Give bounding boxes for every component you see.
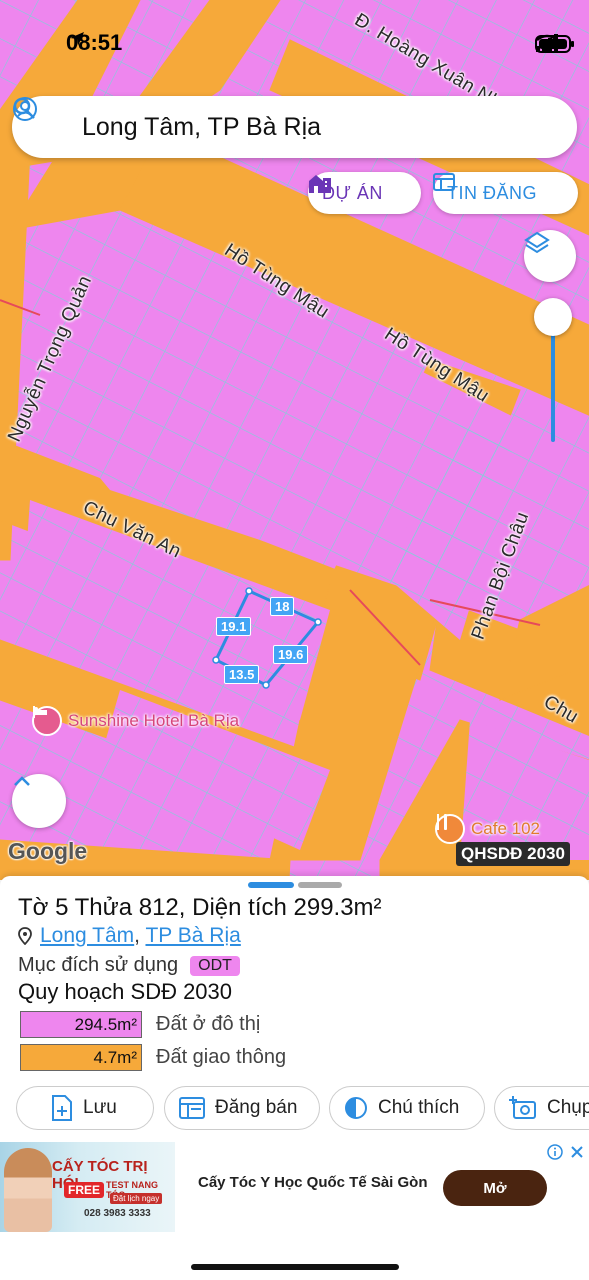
ad-cta: Đặt lịch ngay [110, 1193, 163, 1204]
tin-dang-label: TIN ĐĂNG [447, 182, 538, 203]
location-pin-icon [18, 927, 32, 945]
close-icon[interactable] [569, 1144, 585, 1160]
ad-model-image [4, 1148, 52, 1232]
add-file-icon [52, 1095, 72, 1121]
info-icon[interactable] [547, 1144, 563, 1160]
contrast-icon [345, 1097, 367, 1119]
layers-button[interactable] [524, 230, 576, 282]
poi-hotel[interactable]: Sunshine Hotel Bà Rịa [32, 706, 239, 736]
search-icon[interactable] [12, 96, 36, 120]
parcel-title: Tờ 5 Thửa 812, Diện tích 299.3m² [18, 894, 382, 921]
location-ward-link[interactable]: Long Tâm [40, 924, 134, 947]
info-panel: Tờ 5 Thửa 812, Diện tích 299.3m² Long Tâ… [0, 876, 589, 1280]
purpose-badge: ODT [190, 955, 240, 976]
poi-cafe-label: Cafe 102 [471, 819, 540, 838]
search-bar[interactable]: Long Tâm, TP Bà Rịa [12, 96, 577, 158]
capture-label: Chụp [547, 1097, 589, 1118]
area-label: Đất ở đô thị [156, 1013, 261, 1035]
building-icon [309, 175, 331, 193]
chevron-up-icon [14, 776, 30, 786]
location-city-link[interactable]: TP Bà Rịa [145, 924, 240, 947]
ad-text: Cấy Tóc Y Học Quốc Tế Sài Gòn [198, 1174, 428, 1191]
opacity-slider-track[interactable] [551, 320, 555, 442]
capture-button[interactable]: Chụp [494, 1086, 589, 1130]
app-root: Đ. Hoàng Xuân Nhị Hồ Tùng Mậu Hồ Tùng Mậ… [0, 0, 589, 1280]
post-sale-label: Đăng bán [215, 1097, 298, 1118]
purpose-row: Mục đích sử dụng ODT [18, 954, 240, 977]
save-label: Lưu [83, 1097, 117, 1118]
opacity-slider-thumb[interactable] [534, 298, 572, 336]
dim-right: 19.6 [273, 645, 309, 664]
battery-icon [535, 35, 574, 53]
dim-top: 18 [270, 597, 295, 616]
panel-handle-inactive[interactable] [298, 882, 342, 888]
status-time: 08:51 [66, 30, 123, 55]
dim-left: 19.1 [216, 617, 252, 636]
layers-icon [524, 231, 550, 254]
search-input[interactable]: Long Tâm, TP Bà Rịa [82, 113, 321, 142]
du-an-button[interactable]: DỰ ÁN [308, 172, 421, 214]
panel-handle-active[interactable] [248, 882, 294, 888]
ad-free-badge: FREE [64, 1182, 105, 1198]
save-button[interactable]: Lưu [16, 1086, 154, 1130]
legend-label: Chú thích [378, 1097, 460, 1118]
tin-dang-button[interactable]: TIN ĐĂNG [433, 172, 578, 214]
home-indicator[interactable] [191, 1264, 399, 1270]
location-separator: , [134, 924, 141, 947]
area-value: 4.7m² [20, 1044, 142, 1071]
area-row-residential: 294.5m² Đất ở đô thị [20, 1011, 260, 1038]
area-row-traffic: 4.7m² Đất giao thông [20, 1044, 286, 1071]
ad-image[interactable]: CẤY TÓC TRỊ HÓI FREE TEST NANG TÓC Đặt l… [0, 1142, 175, 1232]
poi-cafe[interactable]: Cafe 102 [435, 814, 540, 844]
ad-phone: 028 3983 3333 [84, 1208, 151, 1219]
map-view[interactable]: Đ. Hoàng Xuân Nhị Hồ Tùng Mậu Hồ Tùng Mậ… [0, 0, 589, 880]
listing-icon [179, 1097, 205, 1119]
restaurant-icon [435, 814, 465, 844]
expand-button[interactable] [12, 774, 66, 828]
legend-button[interactable]: Chú thích [329, 1086, 485, 1130]
purpose-label: Mục đích sử dụng [18, 954, 179, 976]
location-row: Long Tâm, TP Bà Rịa [18, 924, 241, 948]
area-value: 294.5m² [20, 1011, 142, 1038]
ad-open-button[interactable]: Mở [443, 1170, 547, 1206]
plan-title: Quy hoạch SDĐ 2030 [18, 979, 233, 1004]
ad-banner[interactable]: CẤY TÓC TRỊ HÓI FREE TEST NANG TÓC Đặt l… [0, 1142, 589, 1234]
listing-icon [433, 173, 455, 191]
post-sale-button[interactable]: Đăng bán [164, 1086, 320, 1130]
poi-hotel-label: Sunshine Hotel Bà Rịa [68, 711, 240, 730]
hotel-icon [32, 706, 62, 736]
add-camera-icon [509, 1096, 536, 1119]
location-arrow-icon [70, 32, 84, 46]
ad-controls [547, 1144, 585, 1160]
google-logo: Google [8, 838, 88, 864]
map-layer-badge: QHSDĐ 2030 [456, 842, 570, 866]
area-label: Đất giao thông [156, 1046, 287, 1068]
dim-bottom: 13.5 [224, 665, 260, 684]
